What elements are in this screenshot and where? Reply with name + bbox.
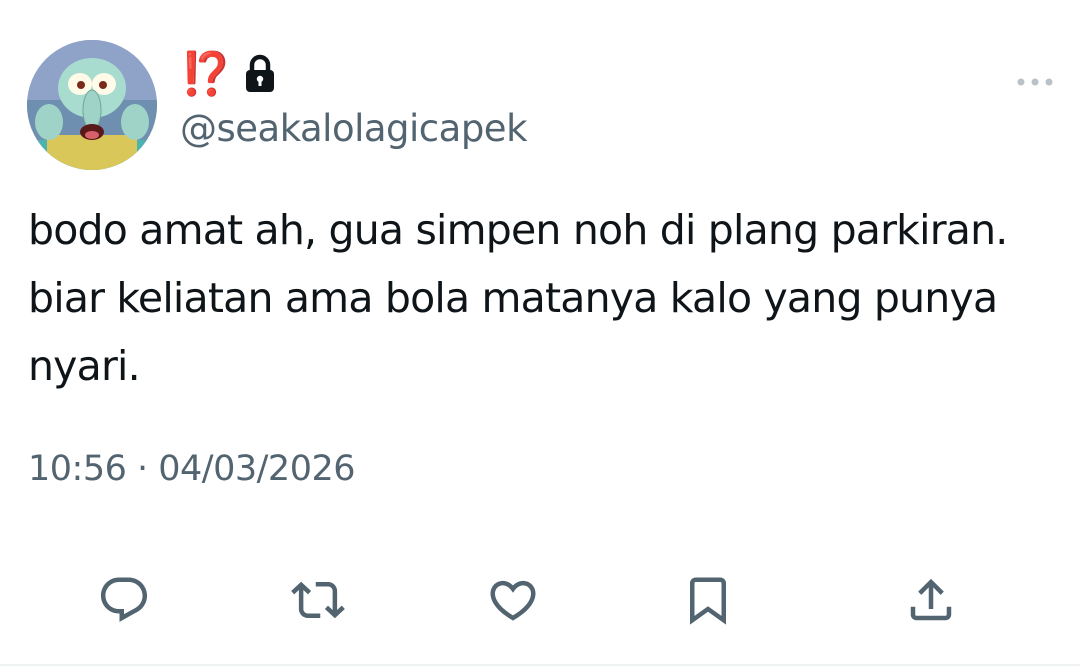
timestamp[interactable]: 10:56 · 04/03/2026 — [28, 446, 355, 492]
lock-icon — [244, 54, 276, 94]
tweet-time[interactable]: 10:56 — [28, 446, 127, 492]
tweet-date[interactable]: 04/03/2026 — [158, 446, 355, 492]
timestamp-separator: · — [126, 449, 159, 489]
action-bar — [0, 565, 1080, 635]
like-button[interactable] — [478, 565, 548, 635]
tweet-text: bodo amat ah, gua simpen noh di plang pa… — [28, 196, 1058, 400]
squidward-avatar-icon — [27, 40, 157, 170]
user-handle[interactable]: @seakalolagicapek — [180, 104, 528, 154]
retweet-icon — [291, 581, 345, 619]
bookmark-icon — [690, 577, 726, 625]
tweet-text-line: biar keliatan ama bola matanya kalo yang… — [28, 274, 998, 322]
tweet-text-line: nyari. — [28, 342, 141, 390]
reply-icon — [100, 577, 148, 622]
share-icon — [910, 578, 952, 621]
heart-icon — [490, 580, 536, 621]
bookmark-button[interactable] — [673, 565, 743, 635]
tweet-card: ⁉️ @seakalolagicapek bodo amat ah, gua s… — [0, 0, 1080, 666]
share-button[interactable] — [896, 565, 966, 635]
tweet-text-line: bodo amat ah, gua simpen noh di plang pa… — [28, 206, 1008, 254]
retweet-button[interactable] — [283, 565, 353, 635]
avatar[interactable] — [27, 40, 157, 170]
reply-button[interactable] — [89, 565, 159, 635]
more-options-icon[interactable] — [1010, 70, 1060, 94]
display-name[interactable]: ⁉️ — [180, 53, 232, 95]
display-name-row[interactable]: ⁉️ — [180, 48, 276, 100]
